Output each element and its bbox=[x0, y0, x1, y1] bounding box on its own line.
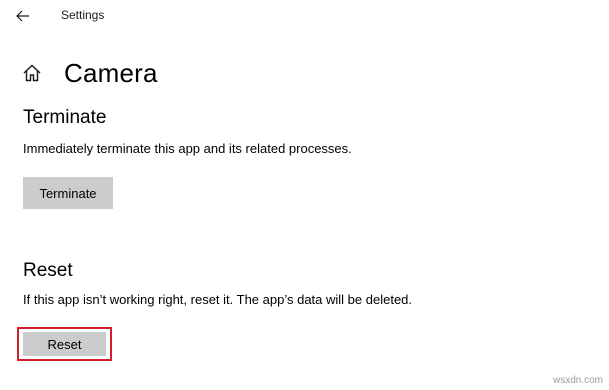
reset-button[interactable]: Reset bbox=[23, 332, 106, 356]
watermark: wsxdn.com bbox=[552, 375, 603, 386]
page-header: Camera bbox=[20, 56, 158, 90]
terminate-button[interactable]: Terminate bbox=[23, 177, 113, 209]
reset-heading: Reset bbox=[23, 260, 73, 281]
title-bar: Settings bbox=[0, 0, 609, 32]
window-title: Settings bbox=[61, 8, 105, 22]
page-title: Camera bbox=[64, 57, 158, 88]
settings-window: Settings Camera Terminate Immediately te… bbox=[0, 0, 609, 390]
reset-button-highlight: Reset bbox=[17, 327, 112, 361]
terminate-heading: Terminate bbox=[23, 107, 107, 128]
home-icon[interactable] bbox=[20, 61, 44, 85]
reset-description: If this app isn’t working right, reset i… bbox=[23, 292, 413, 307]
back-arrow-icon bbox=[16, 10, 29, 22]
back-button[interactable] bbox=[8, 4, 38, 28]
terminate-description: Immediately terminate this app and its r… bbox=[23, 141, 352, 156]
